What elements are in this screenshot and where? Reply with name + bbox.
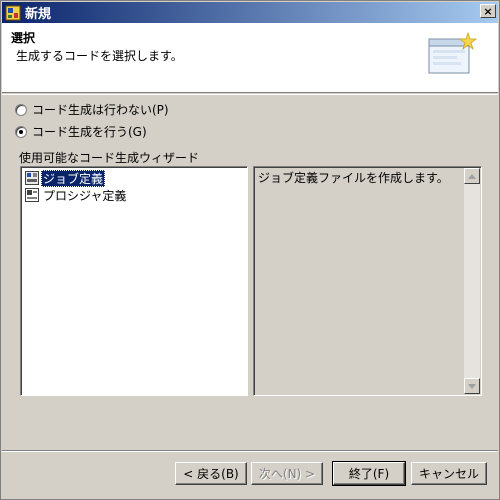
list-item-job-definition[interactable]: ジョブ定義	[25, 169, 106, 187]
list-item-label: プロシジャ定義	[43, 188, 127, 203]
radio-codegen[interactable]	[15, 125, 27, 138]
scroll-down-button[interactable]	[464, 378, 480, 394]
header-divider	[2, 94, 498, 95]
close-icon: ×	[483, 4, 493, 18]
app-icon	[5, 5, 21, 21]
option-no-codegen-label: コード生成は行わない(P)	[32, 103, 169, 117]
cancel-button[interactable]: キャンセル	[411, 462, 487, 485]
scroll-up-button[interactable]	[464, 168, 480, 184]
wizard-list-label: 使用可能なコード生成ウィザード	[19, 151, 200, 165]
page-title: 選択	[11, 31, 36, 45]
finish-button[interactable]: 終了(F)	[332, 461, 406, 486]
radio-selected-dot	[19, 129, 23, 134]
wizard-banner-icon	[426, 31, 478, 79]
arrow-down-icon	[468, 383, 476, 389]
wizard-description-panel: ジョブ定義ファイルを作成します。	[253, 166, 482, 396]
wizard-header: 選択 生成するコードを選択します。	[2, 23, 498, 93]
footer-divider	[2, 450, 498, 452]
wizard-list[interactable]: ジョブ定義 プロシジャ定義	[20, 166, 248, 396]
close-button[interactable]: ×	[480, 4, 496, 18]
new-wizard-dialog: 新規 × 選択 生成するコードを選択します。 コード生成は行わない(P) コード…	[0, 0, 500, 500]
back-button[interactable]: < 戻る(B)	[175, 462, 247, 485]
option-codegen[interactable]: コード生成を行う(G)	[15, 123, 147, 140]
page-description: 生成するコードを選択します。	[16, 49, 183, 63]
option-codegen-label: コード生成を行う(G)	[32, 125, 147, 139]
wizard-description: ジョブ定義ファイルを作成します。	[258, 171, 449, 185]
window-title: 新規	[25, 7, 52, 22]
radio-no-codegen[interactable]	[15, 103, 27, 116]
option-no-codegen[interactable]: コード生成は行わない(P)	[15, 101, 169, 118]
title-bar[interactable]: 新規 ×	[2, 2, 498, 23]
vertical-scrollbar[interactable]	[464, 168, 480, 394]
arrow-up-icon	[468, 173, 476, 179]
procedure-definition-icon	[25, 188, 39, 202]
list-item-label: ジョブ定義	[41, 169, 106, 187]
next-button[interactable]: 次へ(N) >	[251, 462, 323, 485]
job-definition-icon	[25, 171, 39, 185]
list-item-procedure-definition[interactable]: プロシジャ定義	[25, 187, 128, 203]
